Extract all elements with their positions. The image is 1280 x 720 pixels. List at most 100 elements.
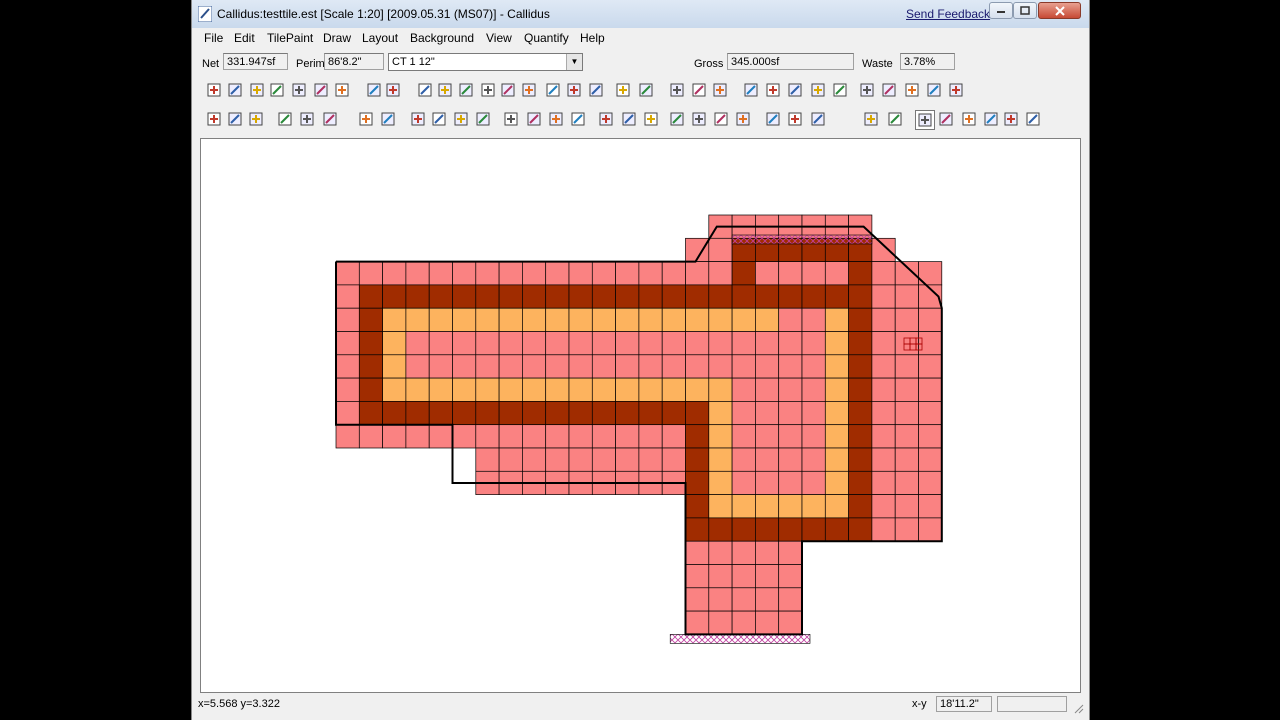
mirror-button[interactable] xyxy=(544,81,564,101)
open-folder-button[interactable] xyxy=(226,110,246,130)
cut-region-button[interactable] xyxy=(668,81,688,101)
redo-button[interactable] xyxy=(379,110,399,130)
sum-button[interactable] xyxy=(734,110,754,130)
tile xyxy=(848,354,873,379)
rectangle-button[interactable] xyxy=(365,81,385,101)
tile xyxy=(801,261,826,286)
brush-button[interactable] xyxy=(886,110,906,130)
region-copy-button[interactable] xyxy=(620,110,640,130)
move-button[interactable] xyxy=(436,81,456,101)
settings-button[interactable] xyxy=(786,110,806,130)
pdf-button[interactable] xyxy=(321,110,341,130)
refresh-button[interactable] xyxy=(1002,110,1022,130)
tile xyxy=(685,540,710,565)
fill-region-button[interactable] xyxy=(416,81,436,101)
tile xyxy=(755,540,780,565)
send-feedback-link[interactable]: Send Feedback xyxy=(906,7,990,21)
drawing-canvas[interactable] xyxy=(200,138,1081,693)
eraser-tool-button[interactable] xyxy=(1024,110,1044,130)
line-tool-button[interactable] xyxy=(960,110,980,130)
merge-button[interactable] xyxy=(565,81,585,101)
maximize-button[interactable] xyxy=(1013,2,1037,19)
print-button[interactable] xyxy=(276,110,296,130)
tile xyxy=(871,424,896,449)
color-button[interactable] xyxy=(452,110,472,130)
draw-wall-button[interactable] xyxy=(205,81,225,101)
help-button[interactable] xyxy=(809,110,829,130)
arc-button[interactable] xyxy=(520,81,540,101)
tile xyxy=(731,331,756,356)
play-down-button[interactable] xyxy=(712,110,732,130)
rectangle-tool-button[interactable] xyxy=(937,110,957,130)
copy-region-button[interactable] xyxy=(479,81,499,101)
save-button[interactable] xyxy=(247,110,267,130)
web-button[interactable] xyxy=(764,110,784,130)
snap-off-button[interactable] xyxy=(614,81,634,101)
stamp-button[interactable] xyxy=(982,110,1002,130)
undo-arc-button[interactable] xyxy=(248,81,268,101)
menu-quantify[interactable]: Quantify xyxy=(524,31,569,45)
join-button[interactable] xyxy=(711,81,731,101)
select-tool-button[interactable] xyxy=(915,110,935,130)
tile-library-button[interactable] xyxy=(474,110,494,130)
group-button[interactable] xyxy=(764,81,784,101)
layer-up-button[interactable] xyxy=(880,81,900,101)
zoom-button[interactable] xyxy=(642,110,662,130)
trim-button[interactable] xyxy=(690,81,710,101)
tile-select[interactable]: CT 1 12" ▼ xyxy=(388,53,583,71)
minimize-button[interactable] xyxy=(989,2,1013,19)
distribute-button[interactable] xyxy=(858,81,878,101)
menu-background[interactable]: Background xyxy=(410,31,474,45)
layer-down-button[interactable] xyxy=(903,81,923,101)
tile xyxy=(731,494,756,519)
floor-plan[interactable] xyxy=(201,139,1080,692)
text-button[interactable] xyxy=(312,81,332,101)
eraser-button[interactable] xyxy=(290,81,310,101)
paste-button[interactable] xyxy=(569,110,589,130)
color-icon xyxy=(454,112,468,126)
grid-select-button[interactable] xyxy=(587,81,607,101)
room-button[interactable] xyxy=(525,110,545,130)
paint-bucket-button[interactable] xyxy=(862,110,882,130)
layer-button[interactable] xyxy=(409,110,429,130)
snap-angle-button[interactable] xyxy=(637,81,657,101)
menu-draw[interactable]: Draw xyxy=(323,31,351,45)
angle-button[interactable] xyxy=(499,81,519,101)
flip-button[interactable] xyxy=(947,81,967,101)
undo-button[interactable] xyxy=(357,110,377,130)
combine-button[interactable] xyxy=(809,81,829,101)
title-bar[interactable]: Callidus:testtile.est [Scale 1:20] [2009… xyxy=(192,0,1089,29)
align-button[interactable] xyxy=(831,81,851,101)
menu-view[interactable]: View xyxy=(486,31,512,45)
window-title: Callidus:testtile.est [Scale 1:20] [2009… xyxy=(217,7,550,21)
play-mark-button[interactable] xyxy=(690,110,710,130)
menu-help[interactable]: Help xyxy=(580,31,605,45)
new-file-button[interactable] xyxy=(205,110,225,130)
menu-edit[interactable]: Edit xyxy=(234,31,255,45)
tile xyxy=(591,331,616,356)
resize-grip-icon[interactable] xyxy=(1072,702,1084,714)
play-button[interactable] xyxy=(668,110,688,130)
menu-file[interactable]: File xyxy=(204,31,223,45)
tile xyxy=(755,494,780,519)
circle-button[interactable] xyxy=(268,81,288,101)
print-preview-button[interactable] xyxy=(298,110,318,130)
rotate-button[interactable] xyxy=(457,81,477,101)
house-button[interactable] xyxy=(502,110,522,130)
region-button[interactable] xyxy=(597,110,617,130)
split-button[interactable] xyxy=(742,81,762,101)
door-button[interactable] xyxy=(226,81,246,101)
close-button[interactable] xyxy=(1038,2,1081,19)
numbering-button[interactable] xyxy=(384,81,404,101)
ungroup-button[interactable] xyxy=(786,81,806,101)
tile xyxy=(498,447,523,472)
palette-button[interactable] xyxy=(430,110,450,130)
copy-room-button[interactable] xyxy=(547,110,567,130)
pencil-button[interactable] xyxy=(333,81,353,101)
chevron-down-icon[interactable]: ▼ xyxy=(566,54,582,70)
tile xyxy=(871,261,896,286)
tile xyxy=(382,284,407,309)
menu-layout[interactable]: Layout xyxy=(362,31,398,45)
delete-region-button[interactable] xyxy=(925,81,945,101)
menu-tilepaint[interactable]: TilePaint xyxy=(267,31,313,45)
